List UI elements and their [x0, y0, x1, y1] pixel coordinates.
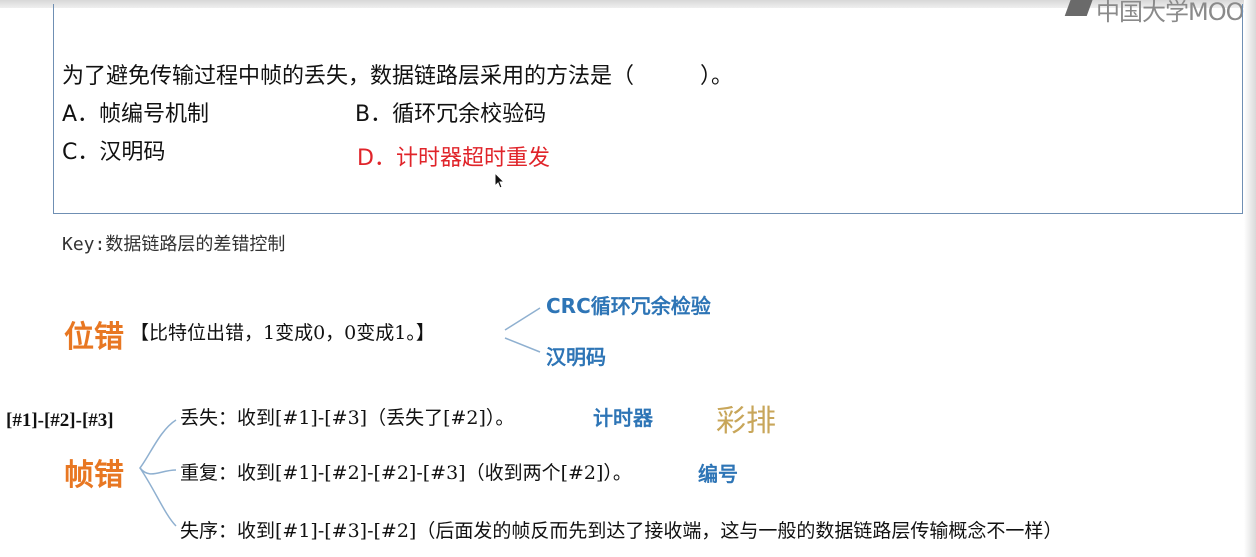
loss-item: 丢失：收到[#1]-[#3]（丢失了[#2]）。 [180, 407, 515, 429]
bit-error-desc: 【比特位出错，1变成0，0变成1。】 [130, 322, 435, 344]
loss-solution: 计时器 [593, 406, 653, 430]
bit-error-title: 位错 [64, 320, 124, 355]
frame-error-title: 帧错 [64, 458, 124, 493]
frame-sequence-label: [#1]-[#2]-[#3] [6, 410, 114, 431]
rehearsal-text: 彩排 [716, 404, 776, 439]
hamming-branch: 汉明码 [546, 345, 606, 369]
duplicate-solution: 编号 [698, 462, 738, 486]
crc-branch: CRC循环冗余检验 [546, 294, 711, 318]
out-of-order-item: 失序：收到[#1]-[#3]-[#2]（后面发的帧反而先到达了接收端，这与一般的… [180, 520, 1063, 542]
duplicate-item: 重复：收到[#1]-[#2]-[#2]-[#3]（收到两个[#2]）。 [180, 462, 632, 484]
